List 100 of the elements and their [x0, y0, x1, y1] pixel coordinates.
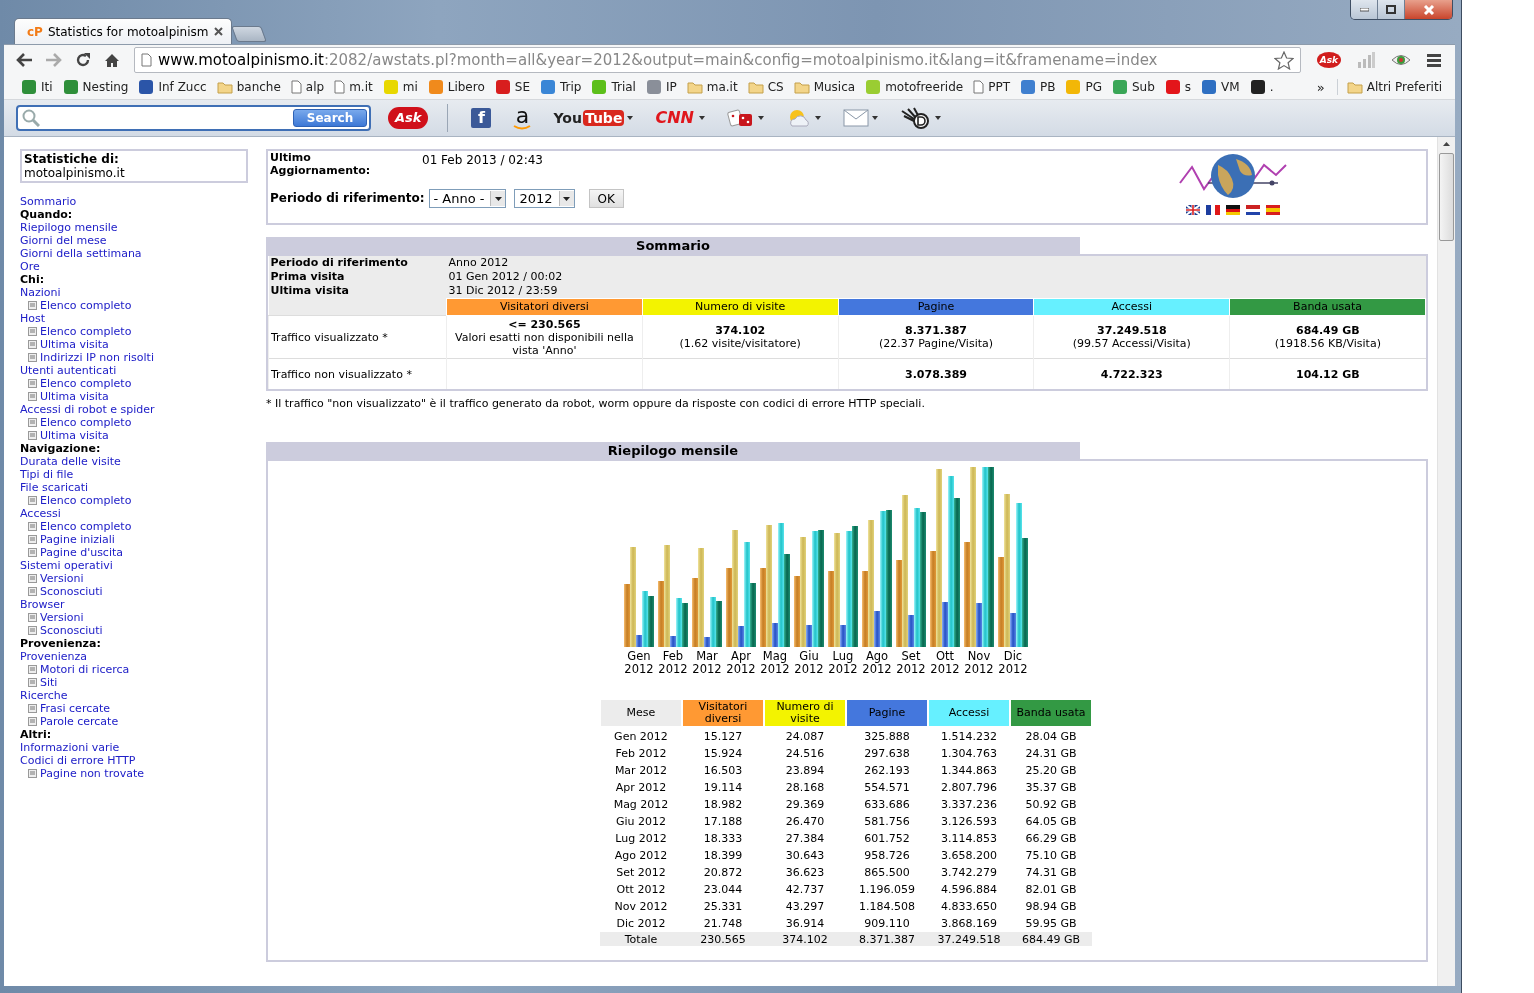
- maximize-button[interactable]: [1378, 0, 1405, 19]
- reload-icon[interactable]: [74, 52, 91, 68]
- nav-link[interactable]: Accessi di robot e spider: [20, 403, 266, 416]
- bookmark[interactable]: SE: [489, 78, 535, 96]
- nav-link[interactable]: Codici di errore HTTP: [20, 754, 266, 767]
- nav-link[interactable]: Motori di ricerca: [40, 663, 130, 676]
- nav-link[interactable]: Giorni del mese: [20, 234, 266, 247]
- nav-link[interactable]: Sistemi operativi: [20, 559, 266, 572]
- nav-link[interactable]: Durata delle visite: [20, 455, 266, 468]
- nav-link[interactable]: Ultima visita: [40, 429, 109, 442]
- home-icon[interactable]: [103, 52, 120, 68]
- nav-link[interactable]: Accessi: [20, 507, 266, 520]
- close-icon[interactable]: [213, 27, 223, 36]
- flag-icon[interactable]: [1246, 205, 1260, 215]
- nav-link[interactable]: Elenco completo: [40, 299, 132, 312]
- hand-icon[interactable]: [899, 107, 932, 129]
- bookmark[interactable]: Trial: [586, 78, 641, 96]
- nav-link[interactable]: Sommario: [20, 195, 266, 208]
- nav-link[interactable]: Nazioni: [20, 286, 266, 299]
- bookmark[interactable]: Inf Zucc: [133, 78, 212, 96]
- nav-link[interactable]: Riepilogo mensile: [20, 221, 266, 234]
- bookmark[interactable]: mi: [377, 78, 423, 96]
- bookmark[interactable]: Musica: [788, 79, 861, 95]
- caret-icon[interactable]: [871, 116, 878, 120]
- scroll-thumb[interactable]: [1439, 153, 1454, 241]
- nav-link[interactable]: Provenienza: [20, 650, 266, 663]
- eye-icon[interactable]: [1391, 53, 1411, 67]
- bookmark[interactable]: IP: [640, 78, 682, 96]
- flag-icon[interactable]: [1186, 205, 1200, 215]
- bookmark[interactable]: ma.it: [681, 79, 743, 95]
- flag-icon[interactable]: [1226, 205, 1240, 215]
- menu-icon[interactable]: [1427, 53, 1441, 67]
- bookmark[interactable]: PPT: [968, 79, 1015, 95]
- toolbar-button[interactable]: CNN: [652, 106, 708, 130]
- bookmark[interactable]: VM: [1196, 78, 1245, 96]
- bookmark[interactable]: motofreeride: [860, 78, 969, 96]
- ask-extension-button[interactable]: Ask: [1316, 52, 1341, 68]
- nav-link[interactable]: Siti: [40, 676, 58, 689]
- scroll-up-icon[interactable]: [1443, 142, 1450, 146]
- nav-link[interactable]: Utenti autenticati: [20, 364, 266, 377]
- bookmark[interactable]: Sub: [1107, 78, 1160, 96]
- address-bar[interactable]: www.motoalpinismo.it:2082/awstats.pl?month=all&year=2012&output=main&config=motoalpinismo.it&lang=it&framename=index: [134, 47, 1301, 73]
- nav-link[interactable]: Parole cercate: [40, 715, 119, 728]
- nav-link[interactable]: Frasi cercate: [40, 702, 111, 715]
- nav-link[interactable]: Ultima visita: [40, 338, 109, 351]
- ok-button[interactable]: OK: [588, 189, 624, 208]
- nav-link[interactable]: Ricerche: [20, 689, 266, 702]
- bookmark[interactable]: m.it: [329, 79, 378, 95]
- nav-link[interactable]: Ore: [20, 260, 266, 273]
- bookmark[interactable]: Nesting: [57, 78, 134, 96]
- caret-icon[interactable]: [757, 116, 764, 120]
- month-select[interactable]: - Anno -: [428, 189, 507, 208]
- nav-link[interactable]: Indirizzi IP non risolti: [40, 351, 154, 364]
- nav-link[interactable]: File scaricati: [20, 481, 266, 494]
- bookmark[interactable]: PB: [1014, 78, 1061, 96]
- nav-link[interactable]: Browser: [20, 598, 266, 611]
- bookmark[interactable]: banche: [211, 79, 286, 95]
- nav-link[interactable]: Elenco completo: [40, 325, 132, 338]
- bookmark[interactable]: CS: [742, 79, 789, 95]
- more-bookmarks-button[interactable]: »: [1308, 79, 1333, 95]
- scrollbar[interactable]: [1437, 137, 1455, 986]
- bookmark[interactable]: Libero: [422, 78, 490, 96]
- caret-icon[interactable]: [698, 116, 705, 120]
- nav-link[interactable]: Tipi di file: [20, 468, 266, 481]
- bookmark[interactable]: Iti: [16, 78, 58, 96]
- star-icon[interactable]: [1273, 50, 1294, 70]
- nav-link[interactable]: Versioni: [40, 572, 84, 585]
- nav-link[interactable]: Elenco completo: [40, 520, 132, 533]
- table-cell-text: 29.369: [784, 797, 826, 813]
- back-icon[interactable]: [16, 53, 33, 67]
- caret-icon[interactable]: [814, 116, 821, 120]
- nav-link[interactable]: Versioni: [40, 611, 84, 624]
- bookmark[interactable]: alp: [285, 79, 330, 95]
- nav-link[interactable]: Pagine d'uscita: [40, 546, 124, 559]
- nav-link[interactable]: Elenco completo: [40, 416, 132, 429]
- cnn-logo[interactable]: CNN: [655, 108, 696, 128]
- nav-link[interactable]: Pagine iniziali: [40, 533, 115, 546]
- bookmark[interactable]: PG: [1060, 78, 1107, 96]
- nav-link[interactable]: Sconosciuti: [40, 585, 103, 598]
- nav-link[interactable]: Elenco completo: [40, 377, 132, 390]
- dice-icon[interactable]: [726, 108, 755, 128]
- new-tab-button[interactable]: [230, 26, 267, 42]
- caret-icon[interactable]: [934, 116, 941, 120]
- year-select[interactable]: 2012: [514, 189, 575, 208]
- bookmark-folder[interactable]: Altri Preferiti: [1341, 79, 1447, 95]
- nav-link[interactable]: Sconosciuti: [40, 624, 103, 637]
- bookmark[interactable]: s: [1159, 78, 1197, 96]
- nav-link[interactable]: Ultima visita: [40, 390, 109, 403]
- nav-link[interactable]: Giorni della settimana: [20, 247, 266, 260]
- toolbar-button[interactable]: You Tube: [550, 107, 637, 129]
- flag-icon[interactable]: [1206, 205, 1220, 215]
- nav-link[interactable]: Informazioni varie: [20, 741, 266, 754]
- nav-link[interactable]: Elenco completo: [40, 494, 132, 507]
- caret-icon[interactable]: [627, 116, 634, 120]
- bookmark[interactable]: .: [1244, 78, 1279, 96]
- nav-link[interactable]: Host: [20, 312, 266, 325]
- browser-tab[interactable]: cP Statistics for motoalpinism: [14, 18, 232, 44]
- nav-link[interactable]: Pagine non trovate: [40, 767, 144, 780]
- bookmark[interactable]: Trip: [534, 78, 587, 96]
- close-button[interactable]: [1405, 0, 1452, 19]
